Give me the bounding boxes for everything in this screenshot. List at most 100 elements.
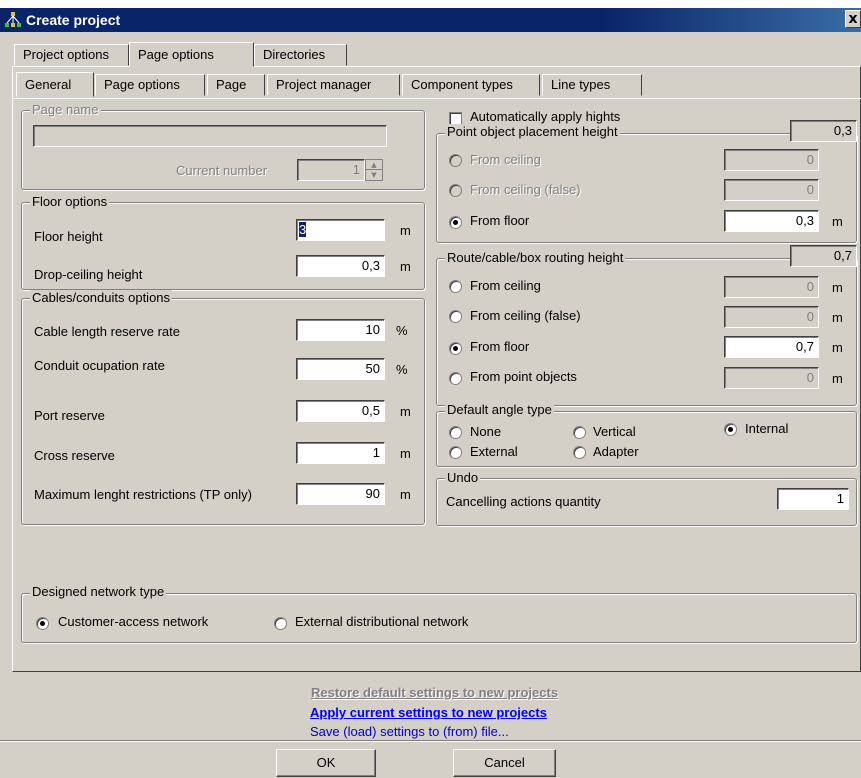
tab-page-options[interactable]: Page options (129, 42, 254, 67)
port-reserve-unit: m (400, 404, 411, 419)
route-from-false-ceiling-field[interactable]: 0 (724, 306, 819, 328)
current-number-field[interactable]: 1 (297, 159, 365, 181)
external-distributional-radio[interactable] (274, 617, 287, 630)
route-from-point-objects-field[interactable]: 0 (724, 367, 819, 389)
tab-general[interactable]: General (16, 72, 94, 97)
route-from-floor-label: From floor (470, 339, 530, 354)
point-height-summary: 0,3 (790, 120, 857, 142)
current-number-stepper[interactable]: ▲ ▼ (365, 159, 383, 181)
cable-reserve-unit: % (396, 323, 408, 338)
route-from-point-objects-unit: m (832, 371, 843, 386)
cable-reserve-label: Cable length reserve rate (34, 324, 180, 339)
floor-height-label: Floor height (34, 229, 103, 244)
conduit-ocupation-label: Conduit ocupation rate (34, 358, 165, 373)
route-from-point-objects-radio[interactable] (449, 372, 462, 385)
window-title: Create project (26, 12, 121, 28)
max-length-unit: m (400, 487, 411, 502)
floor-options-label: Floor options (30, 194, 110, 209)
port-reserve-field[interactable]: 0,5 (296, 400, 385, 422)
angle-external-radio[interactable] (449, 446, 462, 459)
undo-label: Undo (445, 470, 481, 485)
tab-sub-page-options[interactable]: Page options (95, 74, 205, 96)
point-from-ceiling-field[interactable]: 0 (724, 149, 819, 171)
route-from-floor-field[interactable]: 0,7 (724, 336, 819, 358)
route-from-false-ceiling-radio[interactable] (449, 310, 462, 323)
angle-internal-label: Internal (745, 421, 789, 436)
point-from-false-ceiling-label: From ceiling (false) (470, 182, 581, 197)
point-from-ceiling-radio[interactable] (449, 154, 462, 167)
network-type-label: Designed network type (30, 584, 167, 599)
point-height-label: Point object placement height (445, 124, 620, 139)
max-length-label: Maximum lenght restrictions (TP only) (34, 487, 252, 502)
route-height-label: Route/cable/box routing height (445, 250, 626, 265)
page-name-field[interactable] (33, 125, 387, 147)
current-number-label: Current number (176, 163, 268, 178)
floor-height-value: 3 (299, 222, 307, 237)
route-from-ceiling-unit: m (832, 280, 843, 295)
route-from-ceiling-radio[interactable] (449, 280, 462, 293)
drop-ceiling-field[interactable]: 0,3 (296, 255, 385, 277)
tab-line-types[interactable]: Line types (542, 74, 642, 96)
floor-height-field[interactable]: 3 (296, 219, 385, 241)
angle-none-label: None (470, 424, 502, 439)
tab-page[interactable]: Page (207, 74, 265, 96)
point-from-floor-unit: m (832, 214, 843, 229)
route-from-false-ceiling-unit: m (832, 310, 843, 325)
external-distributional-label: External distributional network (295, 614, 469, 629)
angle-vertical-radio[interactable] (573, 426, 586, 439)
chevron-up-icon[interactable]: ▲ (366, 160, 382, 170)
restore-defaults-link[interactable]: Restore default settings to new projects (311, 685, 558, 700)
port-reserve-label: Port reserve (34, 408, 105, 423)
angle-none-radio[interactable] (449, 426, 462, 439)
point-from-false-ceiling-radio[interactable] (449, 184, 462, 197)
floor-height-unit: m (400, 223, 411, 238)
save-load-settings-link[interactable]: Save (load) settings to (from) file... (310, 724, 509, 739)
cancelling-actions-field[interactable]: 1 (777, 488, 849, 510)
auto-apply-label: Automatically apply hights (470, 109, 621, 124)
tab-directories[interactable]: Directories (254, 44, 347, 66)
angle-adapter-label: Adapter (593, 444, 639, 459)
ok-button[interactable]: OK (276, 749, 376, 777)
customer-access-label: Customer-access network (58, 614, 209, 629)
route-from-point-objects-label: From point objects (470, 369, 577, 384)
max-length-field[interactable]: 90 (296, 483, 385, 505)
create-project-window: Create project x Project options Page op… (0, 8, 861, 778)
top-tabs: Project options Page options Directories (14, 42, 854, 67)
point-from-ceiling-label: From ceiling (470, 152, 541, 167)
conduit-ocupation-unit: % (396, 362, 408, 377)
sub-tabs: General Page options Page Project manage… (14, 72, 854, 97)
customer-access-radio[interactable] (36, 617, 49, 630)
route-height-summary: 0,7 (790, 245, 857, 267)
route-from-false-ceiling-label: From ceiling (false) (470, 308, 581, 323)
point-from-floor-label: From floor (470, 213, 530, 228)
route-from-ceiling-label: From ceiling (470, 278, 541, 293)
chevron-down-icon[interactable]: ▼ (366, 170, 382, 180)
point-from-false-ceiling-field[interactable]: 0 (724, 179, 819, 201)
point-from-floor-field[interactable]: 0,3 (724, 210, 819, 232)
drop-ceiling-label: Drop-ceiling height (34, 267, 143, 282)
angle-vertical-label: Vertical (593, 424, 636, 439)
button-separator (0, 740, 861, 742)
cables-options-label: Cables/conduits options (30, 290, 173, 305)
title-bar: Create project x (0, 8, 861, 32)
point-from-floor-radio[interactable] (449, 216, 462, 229)
route-from-floor-radio[interactable] (449, 342, 462, 355)
angle-adapter-radio[interactable] (573, 446, 586, 459)
cross-reserve-label: Cross reserve (34, 448, 115, 463)
route-from-floor-unit: m (832, 340, 843, 355)
conduit-ocupation-field[interactable]: 50 (296, 358, 385, 380)
tab-project-options[interactable]: Project options (14, 44, 129, 66)
angle-internal-radio[interactable] (724, 423, 737, 436)
close-icon[interactable]: x (845, 10, 861, 28)
cable-reserve-field[interactable]: 10 (296, 319, 385, 341)
apply-current-settings-link[interactable]: Apply current settings to new projects (310, 705, 547, 720)
angle-type-label: Default angle type (445, 402, 554, 417)
app-icon (5, 12, 21, 27)
route-from-ceiling-field[interactable]: 0 (724, 276, 819, 298)
angle-external-label: External (470, 444, 518, 459)
cancel-button[interactable]: Cancel (453, 749, 556, 777)
cross-reserve-field[interactable]: 1 (296, 442, 385, 464)
tab-component-types[interactable]: Component types (402, 74, 540, 96)
cancelling-actions-label: Cancelling actions quantity (446, 494, 601, 509)
tab-project-manager[interactable]: Project manager (267, 74, 400, 96)
